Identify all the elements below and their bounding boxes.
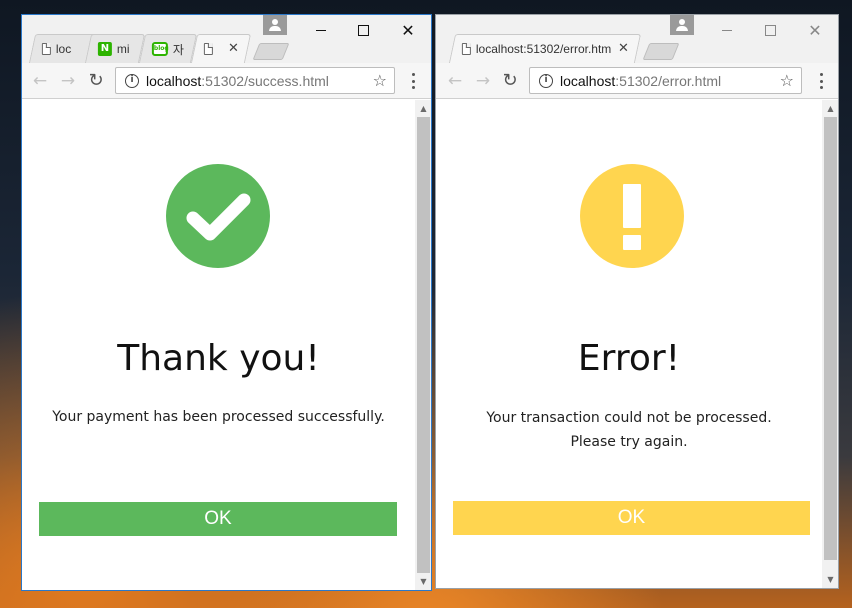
tab-error-active[interactable]: localhost:51302/error.htm ✕ (448, 34, 642, 63)
browser-toolbar: ← → ↻ i localhost:51302/error.html ☆ (436, 63, 838, 99)
close-window-button[interactable]: ✕ (792, 15, 838, 45)
bookmark-star-icon[interactable]: ☆ (373, 71, 387, 90)
success-browser-window: loc N mi blog 자 ✕ ✕ ← → ↻ i localhost:51… (21, 14, 432, 591)
tab-label: loc (55, 42, 72, 56)
browser-menu-icon[interactable] (819, 73, 823, 89)
forward-arrow-icon[interactable]: → (473, 71, 493, 91)
forward-arrow-icon[interactable]: → (58, 71, 78, 91)
info-icon[interactable]: i (539, 73, 553, 88)
address-bar[interactable]: i localhost:51302/error.html ☆ (529, 67, 802, 94)
naver-blog-icon: blog (151, 42, 169, 56)
scroll-thumb[interactable] (417, 117, 430, 573)
minimize-button[interactable] (704, 15, 750, 45)
new-tab-button[interactable] (252, 43, 290, 60)
scroll-up-arrow-icon[interactable]: ▲ (415, 100, 431, 117)
error-message-line-1: Your transaction could not be processed. (486, 410, 772, 426)
tab-label: localhost:51302/error.htm (475, 42, 612, 56)
vertical-scrollbar[interactable]: ▲ ▼ (822, 100, 838, 588)
close-tab-icon[interactable]: ✕ (228, 41, 239, 56)
bookmark-star-icon[interactable]: ☆ (780, 71, 794, 90)
new-tab-button[interactable] (642, 43, 680, 60)
success-message: Your payment has been processed successf… (52, 409, 385, 425)
reload-icon[interactable]: ↻ (86, 71, 106, 91)
close-tab-icon[interactable]: ✕ (618, 41, 629, 56)
tab-label: mi (116, 42, 130, 56)
title-bar: loc N mi blog 자 ✕ ✕ (22, 15, 431, 63)
ok-button[interactable]: OK (39, 502, 397, 536)
vertical-scrollbar[interactable]: ▲ ▼ (415, 100, 431, 590)
maximize-button[interactable] (747, 15, 793, 45)
success-page: Thank you! Your payment has been process… (22, 100, 415, 590)
error-message-line-2: Please try again. (570, 434, 688, 450)
scroll-thumb[interactable] (824, 117, 837, 560)
profile-icon[interactable] (263, 15, 287, 35)
reload-icon[interactable]: ↻ (500, 71, 520, 91)
tab-naver[interactable]: N mi (84, 34, 146, 63)
naver-n-icon: N (97, 42, 112, 56)
address-bar[interactable]: i localhost:51302/success.html ☆ (115, 67, 395, 94)
scroll-down-arrow-icon[interactable]: ▼ (415, 573, 431, 590)
exclamation-circle-icon (580, 164, 684, 268)
error-browser-window: localhost:51302/error.htm ✕ ✕ ← → ↻ i lo… (435, 14, 839, 589)
error-page: Error! Your transaction could not be pro… (436, 100, 822, 588)
url-text: localhost:51302/success.html (146, 72, 329, 89)
url-text: localhost:51302/error.html (560, 72, 722, 89)
ok-button[interactable]: OK (453, 501, 810, 535)
page-icon (203, 43, 213, 55)
title-bar: localhost:51302/error.htm ✕ ✕ (436, 15, 838, 63)
error-heading: Error! (577, 338, 681, 379)
back-arrow-icon[interactable]: ← (30, 71, 50, 91)
close-window-button[interactable]: ✕ (385, 15, 431, 45)
tab-label: 자 (172, 42, 184, 57)
scroll-down-arrow-icon[interactable]: ▼ (822, 571, 838, 588)
tab-success-active[interactable]: ✕ (190, 34, 252, 63)
minimize-button[interactable] (298, 15, 344, 45)
check-circle-icon (166, 164, 270, 268)
info-icon[interactable]: i (125, 73, 139, 88)
back-arrow-icon[interactable]: ← (445, 71, 465, 91)
success-heading: Thank you! (117, 338, 320, 379)
profile-icon[interactable] (670, 15, 694, 35)
page-icon (461, 43, 471, 55)
tab-naver-blog[interactable]: blog 자 (138, 34, 198, 63)
browser-toolbar: ← → ↻ i localhost:51302/success.html ☆ (22, 63, 431, 99)
browser-menu-icon[interactable] (411, 73, 415, 89)
page-icon (41, 43, 51, 55)
maximize-button[interactable] (340, 15, 386, 45)
scroll-up-arrow-icon[interactable]: ▲ (822, 100, 838, 117)
